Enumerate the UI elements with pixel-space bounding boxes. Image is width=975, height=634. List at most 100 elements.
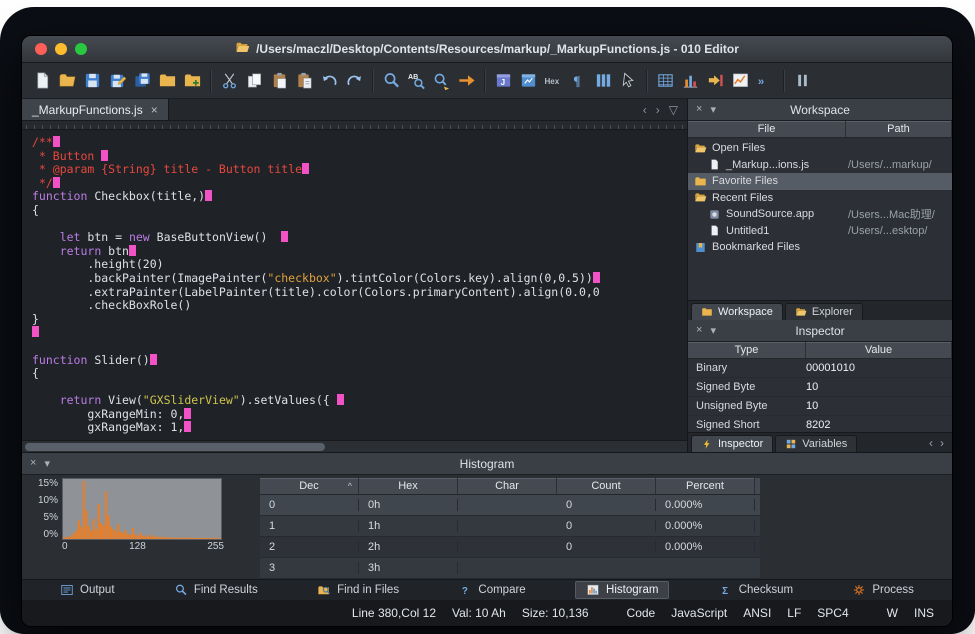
code-line: gxRangeMin: 0, <box>32 408 687 422</box>
pilcrow-icon[interactable]: ¶ <box>566 67 591 94</box>
code-editor[interactable]: /** * Button * @param {String} title - B… <box>22 130 687 440</box>
histogram-column-dec[interactable]: Dec^ <box>260 478 359 494</box>
cut-icon[interactable] <box>217 67 242 94</box>
save-all-icon[interactable] <box>130 67 155 94</box>
column-header-file[interactable]: File <box>688 121 846 137</box>
pause-icon[interactable] <box>790 67 815 94</box>
histogram-panel-header: × ▾ Histogram <box>22 453 952 475</box>
inspector-row[interactable]: Binary00001010 <box>688 359 952 378</box>
open-folder-icon[interactable] <box>55 67 80 94</box>
histogram-column-hex[interactable]: Hex <box>359 478 458 494</box>
chevrons-icon[interactable]: » <box>753 67 778 94</box>
tab-list-icon[interactable]: ▽ <box>669 103 678 117</box>
undo-icon[interactable] <box>317 67 342 94</box>
new-file-icon[interactable] <box>30 67 55 94</box>
status-indent[interactable]: SPC4 <box>817 606 848 620</box>
tool-tab-compare[interactable]: ?Compare <box>448 581 535 599</box>
tab-next-icon[interactable]: › <box>656 103 660 117</box>
tab-prev-icon[interactable]: ‹ <box>643 103 647 117</box>
inspector-value[interactable]: 10 <box>806 400 952 412</box>
panel-prev-icon[interactable]: ‹ <box>929 436 933 450</box>
inspector-value[interactable]: 8202 <box>806 419 952 431</box>
histogram-table-row[interactable]: 00h00.000% <box>260 495 760 516</box>
copy-icon[interactable] <box>242 67 267 94</box>
histogram-menu-icon[interactable]: ▾ <box>44 457 50 470</box>
status-insert-mode[interactable]: INS <box>914 606 934 620</box>
status-charset[interactable]: ANSI <box>743 606 771 620</box>
minimize-window-button[interactable] <box>55 43 67 55</box>
script-win1-icon[interactable]: J <box>491 67 516 94</box>
zoom-window-button[interactable] <box>75 43 87 55</box>
workspace-row[interactable]: _Markup...ions.js/Users/...markup/ <box>688 157 952 174</box>
column-header-value[interactable]: Value <box>806 342 952 358</box>
tool-tab-checksum[interactable]: ΣChecksum <box>709 581 803 599</box>
histogram-column-char[interactable]: Char <box>458 478 557 494</box>
find-icon[interactable] <box>379 67 404 94</box>
tool-tab-find-results[interactable]: Find Results <box>164 581 268 599</box>
pointer-icon[interactable] <box>616 67 641 94</box>
paste-icon[interactable] <box>267 67 292 94</box>
column-header-path[interactable]: Path <box>846 121 952 137</box>
tab-markupfunctions[interactable]: _MarkupFunctions.js × <box>22 99 169 120</box>
workspace-menu-icon[interactable]: ▾ <box>710 103 716 116</box>
tab-navigation: ‹ › ▽ <box>634 99 687 120</box>
tool-tab-find-in-files[interactable]: Find in Files <box>307 581 409 599</box>
save-as-icon[interactable] <box>105 67 130 94</box>
column-header-type[interactable]: Type <box>688 342 806 358</box>
inspector-menu-icon[interactable]: ▾ <box>710 324 716 337</box>
status-write-mode[interactable]: W <box>887 606 898 620</box>
panel-tab-workspace[interactable]: Workspace <box>691 303 783 320</box>
goto-icon[interactable] <box>454 67 479 94</box>
tool-tab-histogram[interactable]: Histogram <box>575 581 669 599</box>
workspace-row[interactable]: Untitled1/Users/...esktop/ <box>688 223 952 240</box>
chart-line-icon[interactable] <box>728 67 753 94</box>
histogram-column-percent[interactable]: Percent <box>656 478 755 494</box>
histogram-close-icon[interactable]: × <box>30 457 36 470</box>
status-language[interactable]: JavaScript <box>671 606 727 620</box>
folder-icon[interactable] <box>155 67 180 94</box>
inspector-row[interactable]: Unsigned Byte10 <box>688 397 952 416</box>
tool-tab-process[interactable]: Process <box>842 581 924 599</box>
workspace-row[interactable]: Favorite Files <box>688 173 952 190</box>
workspace-row[interactable]: SoundSource.app/Users...Mac助理/ <box>688 206 952 223</box>
inspector-row[interactable]: Signed Byte10 <box>688 378 952 397</box>
workspace-row[interactable]: Bookmarked Files <box>688 239 952 256</box>
hex-label-icon[interactable]: Hex <box>541 67 566 94</box>
histogram-table-row[interactable]: 11h00.000% <box>260 516 760 537</box>
save-icon[interactable] <box>80 67 105 94</box>
status-linefeed[interactable]: LF <box>787 606 801 620</box>
histogram-table-row[interactable]: 22h00.000% <box>260 537 760 558</box>
find-replace-icon[interactable]: AB <box>404 67 429 94</box>
inspector-close-icon[interactable]: × <box>696 324 702 337</box>
redo-icon[interactable] <box>342 67 367 94</box>
inspector-value[interactable]: 00001010 <box>806 362 952 374</box>
inspector-row[interactable]: Signed Short8202 <box>688 416 952 432</box>
chart-bars-icon[interactable] <box>678 67 703 94</box>
paste-alt-icon[interactable] <box>292 67 317 94</box>
panel-next-icon[interactable]: › <box>940 436 944 450</box>
workspace-row[interactable]: Open Files <box>688 140 952 157</box>
tool-tab-output[interactable]: Output <box>50 581 125 599</box>
table-icon[interactable] <box>653 67 678 94</box>
panel-tab-inspector[interactable]: Inspector <box>691 435 773 452</box>
close-window-button[interactable] <box>35 43 47 55</box>
find-next-icon[interactable] <box>429 67 454 94</box>
workspace-close-icon[interactable]: × <box>696 103 702 116</box>
scrollbar-thumb[interactable] <box>25 443 325 451</box>
horizontal-scrollbar[interactable] <box>22 440 687 452</box>
inspector-type: Signed Byte <box>688 381 806 393</box>
folder-sm-icon <box>701 306 713 318</box>
tab-close-icon[interactable]: × <box>151 103 158 117</box>
jump-icon[interactable] <box>703 67 728 94</box>
folder-add-icon[interactable] <box>180 67 205 94</box>
workspace-row[interactable]: Recent Files <box>688 190 952 207</box>
tool-tab-label: Output <box>80 584 115 596</box>
histogram-table-row[interactable]: 33h <box>260 558 760 579</box>
inspector-value[interactable]: 10 <box>806 381 952 393</box>
panel-tab-variables[interactable]: Variables <box>775 435 857 452</box>
script-win2-icon[interactable] <box>516 67 541 94</box>
panel-tab-explorer[interactable]: Explorer <box>785 303 863 320</box>
columns-icon[interactable] <box>591 67 616 94</box>
histogram-column-count[interactable]: Count <box>557 478 656 494</box>
histogram-plot[interactable] <box>62 478 222 540</box>
